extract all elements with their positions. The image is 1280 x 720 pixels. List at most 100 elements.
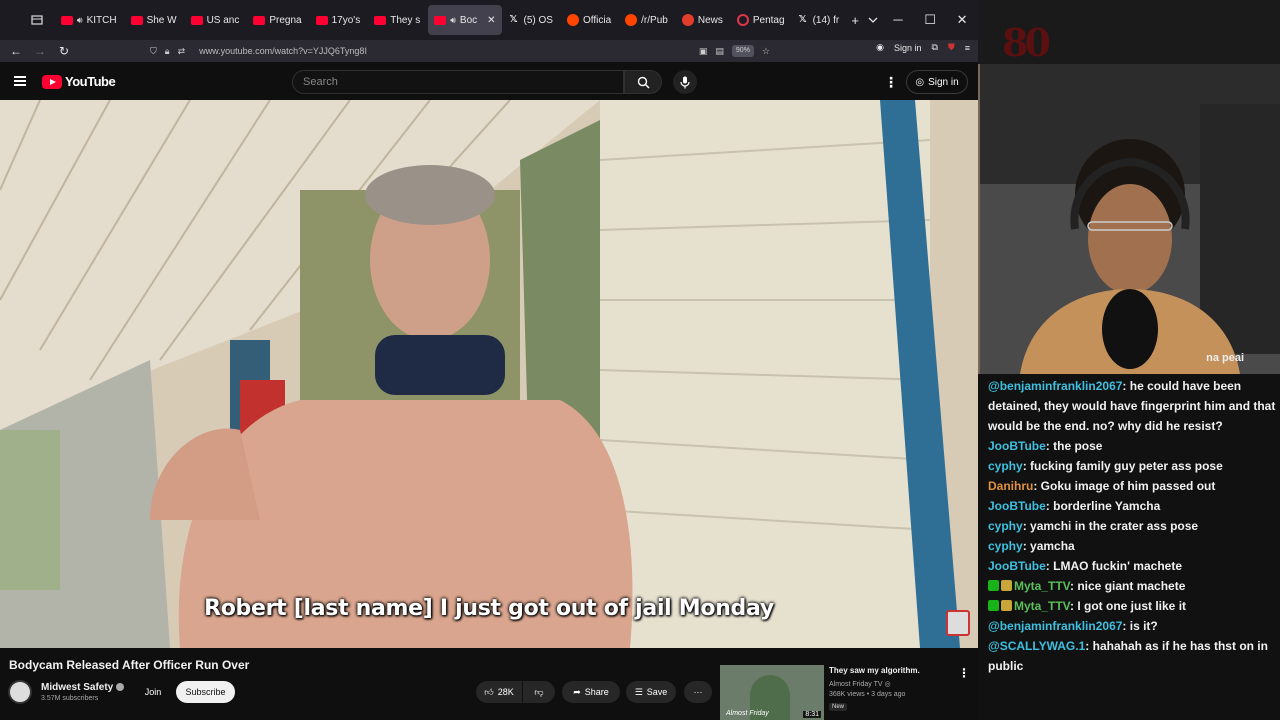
video-player[interactable]: Robert [last name] I just got out of jai… (0, 100, 978, 648)
channel-name[interactable]: Midwest Safety (41, 682, 125, 693)
save-button[interactable]: ☰ Save (626, 681, 676, 703)
recommended-title[interactable]: They saw my algorithm. (829, 666, 920, 675)
youtube-logo[interactable]: YouTube (42, 74, 116, 89)
browser-tab[interactable]: 17yo's (310, 5, 367, 35)
browser-tab[interactable]: US anc (185, 5, 246, 35)
recommended-channel-text[interactable]: Almost Friday TV (829, 681, 883, 688)
dislike-button[interactable]: 👎︎ (523, 681, 555, 703)
hamburger-menu-icon[interactable] (14, 76, 26, 86)
like-button[interactable]: 👍︎ 28K (476, 681, 522, 703)
chat-message: @benjaminfranklin2067: is it? (988, 616, 1278, 636)
bookmark-star-icon[interactable]: ☆ (762, 46, 770, 57)
browser-tab[interactable]: Pregna (247, 5, 307, 35)
chat-username[interactable]: Myta_TTV (1014, 599, 1070, 613)
site-icon (736, 14, 749, 26)
browser-tab[interactable]: Officia (561, 5, 617, 35)
url-bar[interactable]: ⛉ 🔒︎ ⇄ www.youtube.com/watch?v=YJJQ6Tyng… (150, 42, 770, 60)
lock-icon[interactable]: 🔒︎ (165, 46, 170, 57)
tab-label: Pentag (752, 14, 785, 26)
chat-text: : I got one just like it (1070, 599, 1187, 613)
search-button[interactable] (624, 70, 662, 94)
back-icon[interactable]: ← (4, 44, 28, 58)
recommended-thumbnail[interactable]: Almost Friday 8:31 (720, 665, 824, 720)
browser-tab[interactable]: News (676, 5, 729, 35)
speaker-icon[interactable]: 🔊︎ (77, 15, 83, 26)
chat-message: JooBTube: the pose (988, 436, 1278, 456)
subscribe-button[interactable]: Subscribe (176, 681, 235, 703)
more-actions-button[interactable]: ··· (684, 681, 712, 703)
maximize-icon[interactable]: ☐ (914, 12, 946, 28)
pip-icon[interactable]: ▣ (699, 46, 708, 57)
sub-badge-icon (1001, 580, 1012, 591)
speaker-icon[interactable]: 🔊︎ (450, 15, 456, 26)
search-input[interactable]: Search (292, 70, 624, 94)
new-badge: New (829, 703, 848, 711)
thumbs-up-icon: 👍︎ (484, 686, 494, 697)
video-frame (0, 100, 978, 648)
youtube-favicon-icon (374, 15, 387, 25)
close-tab-icon[interactable]: ✕ (487, 15, 495, 26)
zoom-level[interactable]: 90% (731, 45, 754, 57)
settings-more-icon[interactable]: ⋮ (884, 74, 898, 91)
recommended-more-icon[interactable]: ⋮ (958, 666, 970, 680)
browser-tab[interactable]: Pentag (731, 5, 791, 35)
thumbs-down-icon: 👎︎ (534, 686, 544, 697)
chat-username[interactable]: @benjaminfranklin2067 (988, 619, 1122, 633)
close-window-icon[interactable]: ✕ (946, 12, 978, 28)
browser-tab[interactable]: She W (125, 5, 183, 35)
new-tab-icon[interactable]: + (846, 8, 864, 32)
extensions-icon[interactable]: ⧉ (932, 42, 938, 53)
join-button[interactable]: Join (140, 681, 166, 703)
chat-username[interactable]: @benjaminfranklin2067 (988, 379, 1122, 393)
browser-tab-bar: 🔊︎ KITCH She W US anc Pregna 17yo's They s 🔊︎ Bo… (0, 0, 978, 40)
video-title: Bodycam Released After Officer Run Over (9, 658, 250, 672)
chat-message: cyphy: fucking family guy peter ass pose (988, 456, 1278, 476)
browser-tab[interactable]: /r/Pub (619, 5, 674, 35)
channel-watermark-icon[interactable] (946, 610, 970, 636)
browser-tab[interactable]: 🔊︎ Boc ✕ (428, 5, 502, 35)
browser-tab[interactable]: 𝕏 (14) fr (793, 5, 846, 35)
tab-strip: 🔊︎ KITCH She W US anc Pregna 17yo's They s 🔊︎ Bo… (54, 5, 846, 35)
reddit-icon (566, 14, 579, 26)
browser-tab[interactable]: 𝕏 (5) OS (504, 5, 559, 35)
chat-username[interactable]: @SCALLYWAG.1 (988, 639, 1085, 653)
chevron-down-icon[interactable] (864, 8, 882, 32)
account-icon[interactable]: ◉ (876, 42, 884, 53)
voice-search-button[interactable] (673, 70, 697, 94)
chat-username[interactable]: cyphy (988, 519, 1023, 533)
tab-manager-icon[interactable] (28, 8, 46, 32)
shield-icon[interactable]: ⛉ (150, 46, 157, 57)
youtube-signin-button[interactable]: ◎ Sign in (906, 70, 968, 94)
tab-label: (5) OS (523, 14, 553, 26)
chat-text: : fucking family guy peter ass pose (1022, 459, 1223, 473)
webcam-feed: na peai (978, 64, 1280, 374)
app-menu-icon[interactable]: ≡ (965, 43, 970, 53)
chat-panel: @benjaminfranklin2067: he could have bee… (978, 374, 1280, 720)
chat-username[interactable]: Danihru (988, 479, 1033, 493)
chat-username[interactable]: JooBTube (988, 559, 1046, 573)
channel-name-text[interactable]: Midwest Safety (41, 682, 113, 693)
channel-avatar[interactable] (8, 680, 32, 704)
chat-username[interactable]: Myta_TTV (1014, 579, 1070, 593)
chat-username[interactable]: cyphy (988, 539, 1023, 553)
forward-icon[interactable]: → (28, 44, 52, 58)
tab-label: Boc (459, 14, 478, 26)
chat-username[interactable]: JooBTube (988, 439, 1046, 453)
browser-signin-label[interactable]: Sign in (894, 43, 922, 53)
x-logo-icon: 𝕏 (509, 14, 518, 25)
minimize-icon[interactable]: ─ (882, 12, 914, 28)
chat-message: Myta_TTV: I got one just like it (988, 596, 1278, 616)
recommended-channel[interactable]: Almost Friday TV ◎ (829, 680, 891, 688)
ublock-icon[interactable]: ⛊ (948, 42, 955, 53)
browser-tab[interactable]: They s (368, 5, 426, 35)
share-button[interactable]: ➦ Share (562, 681, 620, 703)
chat-username[interactable]: cyphy (988, 459, 1023, 473)
browser-tab[interactable]: 🔊︎ KITCH (55, 5, 123, 35)
reload-icon[interactable]: ↻ (52, 44, 76, 58)
url-text[interactable]: www.youtube.com/watch?v=YJJQ6Tyng8I (199, 46, 367, 56)
chat-list: @benjaminfranklin2067: he could have bee… (988, 376, 1278, 676)
chat-username[interactable]: JooBTube (988, 499, 1046, 513)
reader-icon[interactable]: ▤ (715, 46, 724, 57)
permissions-icon[interactable]: ⇄ (178, 46, 186, 57)
chat-text: : yamchi in the crater ass pose (1022, 519, 1199, 533)
